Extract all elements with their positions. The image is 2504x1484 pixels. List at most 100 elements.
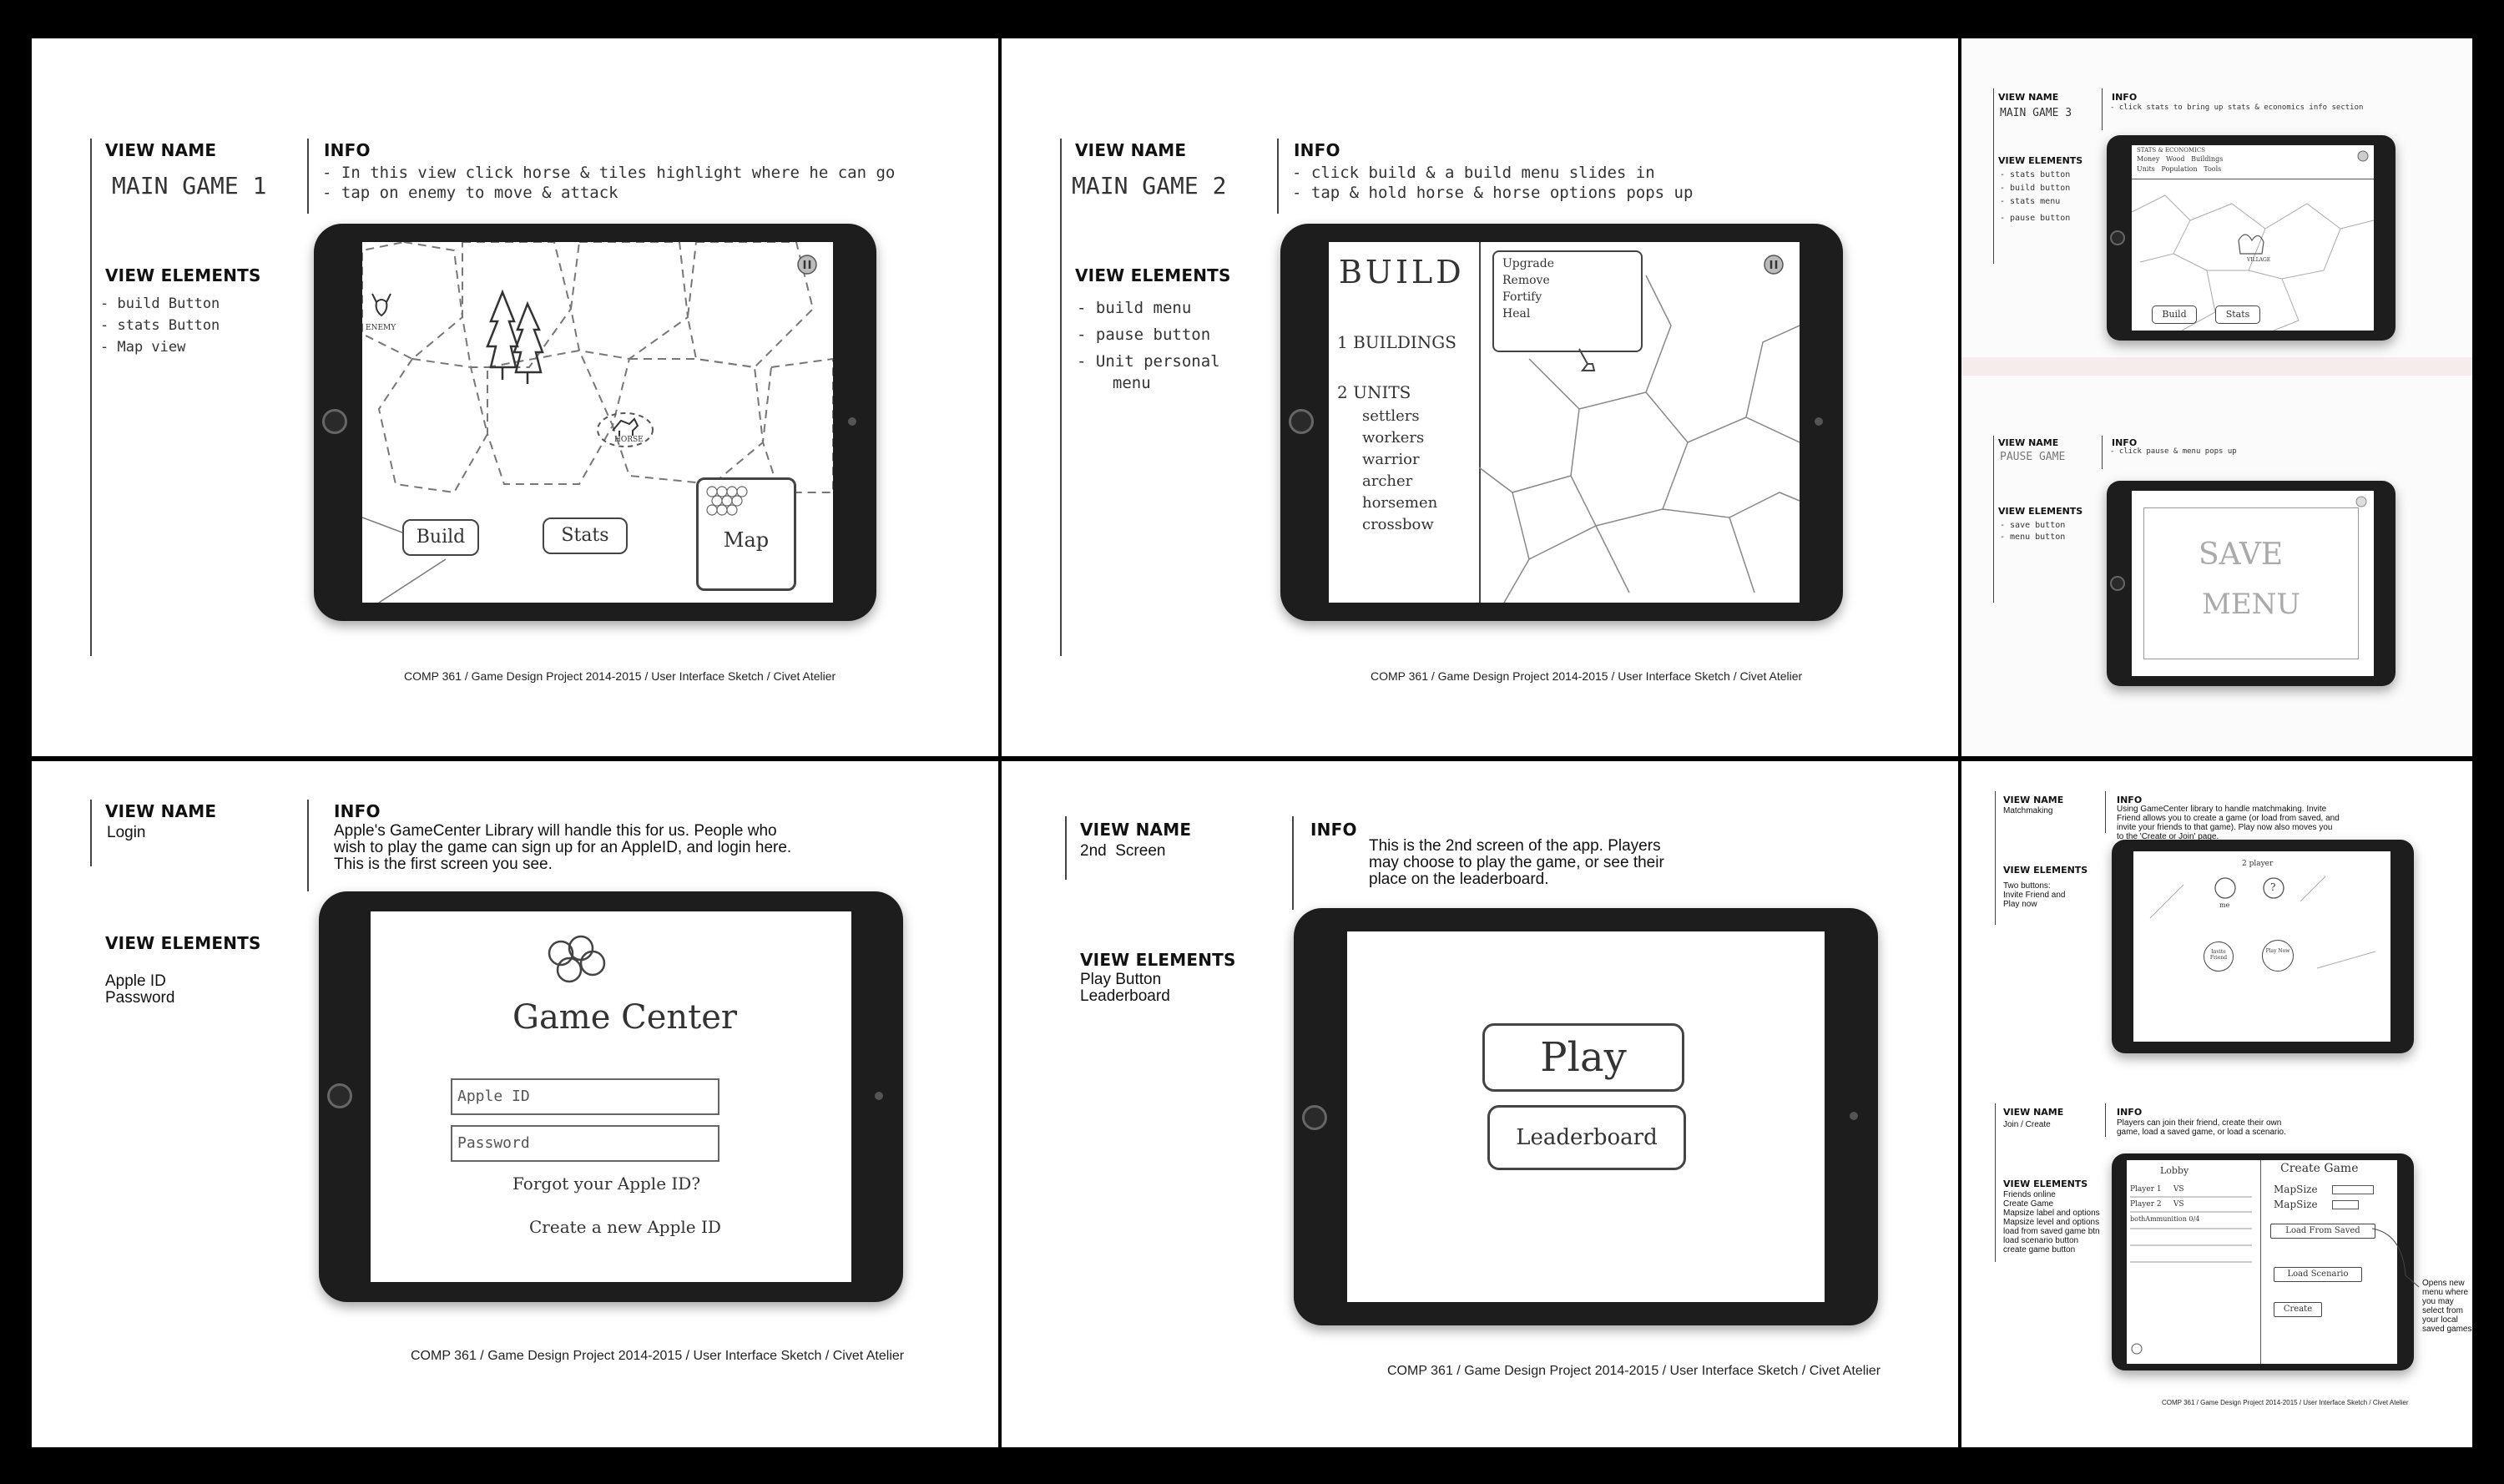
annotation-line: Opens new xyxy=(2422,1279,2465,1288)
game-screen[interactable]: ENEMY HORSE Build Stats Map xyxy=(362,242,833,603)
invite-friend-button[interactable]: Invite Friend xyxy=(2204,941,2234,972)
matchmaking-screen[interactable]: 2 player me ? Invite Friend Play Now xyxy=(2133,851,2390,1042)
view-name: Join / Create xyxy=(2003,1120,2051,1129)
sheet-main-game-2: VIEW NAME MAIN GAME 2 INFO - click build… xyxy=(1002,38,1958,756)
footer: COMP 361 / Game Design Project 2014-2015… xyxy=(411,1349,905,1363)
forgot-link[interactable]: Forgot your Apple ID? xyxy=(512,1174,700,1194)
build-button[interactable]: Build xyxy=(2152,305,2197,324)
mapsize-options[interactable] xyxy=(2332,1185,2374,1194)
load-saved-button[interactable]: Load From Saved xyxy=(2270,1224,2375,1239)
view-element: - pause button xyxy=(1077,326,1211,344)
create-button[interactable]: Create xyxy=(2274,1302,2322,1317)
view-elements-label: VIEW ELEMENTS xyxy=(1998,506,2083,517)
view-element: Invite Friend and xyxy=(2003,891,2066,900)
pause-screen[interactable]: SAVE MENU xyxy=(2132,491,2374,676)
build-menu-panel: BUILD 1 BUILDINGS 2 UNITS settlers worke… xyxy=(1329,242,1481,603)
lobby-panel: Lobby Player 1 VS Player 2 VS bothAmmuni… xyxy=(2127,1160,2261,1364)
login-screen[interactable]: Game Center Apple ID Password Forgot you… xyxy=(371,911,851,1282)
camera xyxy=(1815,417,1823,426)
pause-icon[interactable] xyxy=(796,254,818,275)
join-create-screen[interactable]: Lobby Player 1 VS Player 2 VS bothAmmuni… xyxy=(2127,1160,2397,1364)
buildings-category[interactable]: 1 BUILDINGS xyxy=(1337,332,1456,352)
view-element: - build menu xyxy=(1077,299,1192,317)
stats-button[interactable]: Stats xyxy=(543,517,628,554)
home-button[interactable] xyxy=(2110,576,2125,591)
load-scenario-button[interactable]: Load Scenario xyxy=(2274,1267,2362,1282)
camera xyxy=(875,1092,883,1100)
popup-option[interactable]: Upgrade xyxy=(1502,257,1554,270)
build-button[interactable]: Build xyxy=(402,519,479,556)
tablet-frame: Game Center Apple ID Password Forgot you… xyxy=(319,891,903,1302)
game-screen[interactable]: STATS & ECONOMICS Money Wood Buildings U… xyxy=(2132,145,2374,331)
home-button[interactable] xyxy=(2110,230,2125,245)
info-line: Friend allows you to create a game (or l… xyxy=(2117,814,2340,823)
unit-item[interactable]: crossbow xyxy=(1362,516,1434,533)
pause-icon[interactable] xyxy=(1763,254,1785,275)
save-button[interactable]: SAVE xyxy=(2199,538,2283,572)
home-screen[interactable]: Play Leaderboard xyxy=(1347,931,1825,1302)
sheet-matchmaking: VIEW NAME Matchmaking INFO Using GameCen… xyxy=(1961,761,2472,1447)
horse-pointer-icon xyxy=(1578,348,1596,371)
tablet-frame: STATS & ECONOMICS Money Wood Buildings U… xyxy=(2107,135,2395,341)
mapsize-level-options[interactable] xyxy=(2332,1200,2359,1209)
tablet-frame: 2 player me ? Invite Friend Play Now xyxy=(2112,840,2414,1053)
map-button[interactable]: Map xyxy=(696,477,796,591)
minimap-icon xyxy=(706,486,748,516)
row-dividers xyxy=(2130,1196,2252,1355)
trees-icon xyxy=(486,289,544,384)
create-account-link[interactable]: Create a new Apple ID xyxy=(529,1217,721,1237)
village-label: VILLAGE xyxy=(2247,257,2271,263)
menu-button[interactable]: MENU xyxy=(2202,588,2300,621)
view-name-label: VIEW NAME xyxy=(105,801,217,821)
home-button[interactable] xyxy=(1289,409,1314,434)
view-element: Password xyxy=(105,989,175,1007)
play-now-button[interactable]: Play Now xyxy=(2262,940,2294,972)
info-label: INFO xyxy=(2117,1107,2143,1118)
popup-option[interactable]: Remove xyxy=(1502,274,1550,287)
unit-item[interactable]: warrior xyxy=(1362,451,1420,468)
enemy-icon[interactable] xyxy=(369,292,394,321)
info-label: INFO xyxy=(1294,140,1340,160)
home-button[interactable] xyxy=(327,1083,352,1108)
home-button[interactable] xyxy=(1302,1105,1327,1130)
info-line: Players can join their friend, create th… xyxy=(2117,1118,2282,1128)
horse-icon[interactable] xyxy=(596,409,654,451)
info-line: This is the first screen you see. xyxy=(334,856,553,873)
footer: COMP 361 / Game Design Project 2014-2015… xyxy=(2162,1399,2409,1406)
view-name-label: VIEW NAME xyxy=(2003,1107,2064,1118)
play-button[interactable]: Play xyxy=(1482,1023,1684,1092)
view-element: create game button xyxy=(2003,1245,2076,1254)
popup-option[interactable]: Fortify xyxy=(1502,290,1542,304)
sheet-second-screen: VIEW NAME 2nd Screen INFO This is the 2n… xyxy=(1002,761,1958,1447)
units-category[interactable]: 2 UNITS xyxy=(1337,382,1411,402)
view-name: MAIN GAME 1 xyxy=(112,172,267,199)
leaderboard-button[interactable]: Leaderboard xyxy=(1487,1105,1686,1170)
unit-item[interactable]: settlers xyxy=(1362,407,1420,425)
stats-panel: STATS & ECONOMICS Money Wood Buildings U… xyxy=(2132,145,2374,179)
divider xyxy=(1993,88,1994,264)
unit-options-popup[interactable]: Upgrade Remove Fortify Heal xyxy=(1492,250,1643,352)
view-elements-label: VIEW ELEMENTS xyxy=(1998,155,2083,166)
unit-item[interactable]: archer xyxy=(1362,472,1412,490)
password-field[interactable]: Password xyxy=(451,1125,719,1162)
stats-button[interactable]: Stats xyxy=(2215,305,2260,324)
divider xyxy=(1995,1103,1996,1262)
divider xyxy=(307,139,309,214)
footer: COMP 361 / Game Design Project 2014-2015… xyxy=(404,669,836,683)
unit-item[interactable]: horsemen xyxy=(1362,494,1437,512)
view-element: Mapsize level and options xyxy=(2003,1218,2100,1227)
stats-row: Units Population Tools xyxy=(2137,165,2222,173)
divider xyxy=(307,800,309,891)
home-button[interactable] xyxy=(322,409,347,434)
unit-item[interactable]: workers xyxy=(1362,429,1424,447)
game-screen[interactable]: BUILD 1 BUILDINGS 2 UNITS settlers worke… xyxy=(1329,242,1800,603)
stats-row: Money Wood Buildings xyxy=(2137,155,2224,163)
view-name-label: VIEW NAME xyxy=(1080,820,1192,840)
popup-option[interactable]: Heal xyxy=(1502,307,1530,321)
apple-id-field[interactable]: Apple ID xyxy=(451,1078,719,1115)
view-name: MAIN GAME 2 xyxy=(1072,172,1227,199)
view-element: Leaderboard xyxy=(1080,987,1170,1005)
info-line: may choose to play the game, or see thei… xyxy=(1369,854,1664,871)
close-icon[interactable] xyxy=(2355,496,2367,507)
pause-icon[interactable] xyxy=(2357,150,2369,162)
